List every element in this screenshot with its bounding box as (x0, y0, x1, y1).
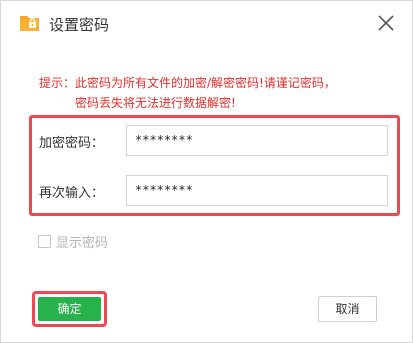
show-password-checkbox[interactable] (38, 235, 51, 248)
hint-line-2: 密码丢失将无法进行数据解密! (75, 96, 236, 110)
confirm-button[interactable]: 确定 (38, 297, 101, 321)
confirm-password-label: 再次输入： (39, 186, 105, 201)
confirm-button-highlight: 确定 (32, 291, 107, 327)
set-password-dialog: 设置密码 提示：此密码为所有文件的加密/解密密码!请谨记密码， 密码丢失将无法进… (0, 0, 413, 343)
password-label: 加密密码： (39, 136, 105, 151)
folder-lock-icon (19, 12, 40, 33)
show-password-option[interactable]: 显示密码 (38, 232, 108, 251)
confirm-password-input[interactable]: ******** (126, 175, 388, 206)
cancel-button[interactable]: 取消 (318, 296, 377, 322)
warning-hint: 提示：此密码为所有文件的加密/解密密码!请谨记密码， 密码丢失将无法进行数据解密… (39, 73, 379, 113)
show-password-label: 显示密码 (56, 236, 109, 251)
dialog-title: 设置密码 (49, 16, 110, 34)
close-button[interactable] (373, 10, 399, 36)
hint-line-1: 提示：此密码为所有文件的加密/解密密码!请谨记密码， (39, 76, 336, 90)
password-input[interactable]: ******** (126, 125, 388, 156)
title-bar: 设置密码 (1, 1, 412, 45)
close-icon (378, 15, 394, 31)
